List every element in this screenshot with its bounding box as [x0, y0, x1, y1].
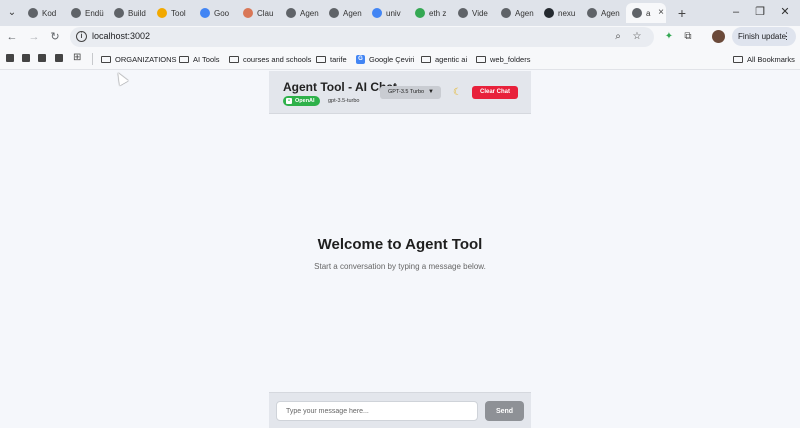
folder-icon: [316, 55, 326, 63]
tab[interactable]: Agen: [323, 3, 365, 23]
back-icon[interactable]: ←: [4, 29, 20, 45]
new-tab-button[interactable]: +: [674, 5, 690, 21]
bookmark-divider: [92, 53, 93, 65]
folder-icon: [179, 55, 189, 63]
tab[interactable]: Vide: [452, 3, 494, 23]
tab-strip: ⌄ Kod Endü Build Tool Goo Clau Agen Agen…: [0, 0, 800, 26]
reload-icon[interactable]: ↻: [47, 29, 63, 45]
globe-icon: [71, 8, 81, 18]
bookmark-app-icon[interactable]: [22, 54, 30, 62]
browser-toolbar: ← → ↻ i localhost:3002 ⌕ ☆ ✦ ⧉ Finish up…: [0, 26, 800, 48]
folder-icon: [733, 55, 743, 63]
tab[interactable]: Endü: [65, 3, 107, 23]
site-info-icon[interactable]: i: [76, 31, 87, 42]
welcome-subtitle: Start a conversation by typing a message…: [314, 262, 486, 271]
tab-search-chevron-icon[interactable]: ⌄: [4, 5, 20, 21]
bookmark-app-icon[interactable]: [6, 54, 14, 62]
build-icon: [114, 8, 124, 18]
moon-icon[interactable]: ☾: [451, 86, 464, 99]
google-icon: [415, 8, 425, 18]
tab[interactable]: Goo: [194, 3, 236, 23]
globe-icon: [587, 8, 597, 18]
profile-avatar[interactable]: [712, 30, 725, 43]
all-bookmarks[interactable]: All Bookmarks: [733, 53, 795, 65]
folder-icon: [229, 55, 239, 63]
puzzle-icon[interactable]: ⧉: [681, 30, 695, 44]
tab[interactable]: Tool: [151, 3, 193, 23]
chevron-down-icon: ▼: [428, 89, 434, 95]
tab[interactable]: eth z: [409, 3, 451, 23]
bookmark-folder[interactable]: web_folders: [476, 53, 530, 65]
zoom-icon[interactable]: ⌕: [611, 30, 625, 44]
google-translate-icon: G: [356, 54, 365, 64]
bookmarks-bar: ⊞ ORGANIZATIONS AI Tools courses and sch…: [0, 48, 800, 70]
bookmark-folder[interactable]: courses and schools: [229, 53, 311, 65]
message-composer: Send: [269, 392, 531, 428]
url-text[interactable]: localhost:3002: [92, 31, 150, 41]
bookmark-folder[interactable]: ORGANIZATIONS: [101, 53, 177, 65]
app-page: Agent Tool - AI Chat • OpenAI gpt-3.5-tu…: [0, 71, 800, 428]
address-bar[interactable]: i localhost:3002 ⌕ ☆: [70, 27, 654, 47]
folder-icon: [101, 55, 111, 63]
welcome-title: Welcome to Agent Tool: [317, 236, 483, 253]
tool-icon: [157, 8, 167, 18]
bookmark-folder[interactable]: agentic ai: [421, 53, 467, 65]
globe-icon: [632, 8, 642, 18]
close-tab-icon[interactable]: ×: [655, 7, 667, 19]
bookmark-link[interactable]: G Google Çeviri: [356, 53, 414, 65]
tab[interactable]: Agen: [495, 3, 537, 23]
model-name: gpt-3.5-turbo: [328, 98, 360, 104]
google-translate-icon: [200, 8, 210, 18]
provider-badge: • OpenAI: [283, 96, 320, 106]
tab[interactable]: Agen: [280, 3, 322, 23]
globe-icon: [28, 8, 38, 18]
tab[interactable]: Build: [108, 3, 150, 23]
claude-icon: [243, 8, 253, 18]
tab[interactable]: Kod: [22, 3, 64, 23]
folder-icon: [421, 55, 431, 63]
apps-grid-icon[interactable]: ⊞: [73, 53, 83, 63]
window-close-icon[interactable]: ✕: [776, 4, 794, 20]
clear-chat-button[interactable]: Clear Chat: [472, 86, 518, 99]
bookmark-star-icon[interactable]: ☆: [630, 30, 644, 44]
tab[interactable]: nexu: [538, 3, 580, 23]
globe-icon: [329, 8, 339, 18]
more-menu-icon[interactable]: ⋮: [782, 27, 791, 46]
globe-icon: [286, 8, 296, 18]
finish-update-button[interactable]: Finish update ⋮: [732, 27, 796, 46]
globe-icon: [501, 8, 511, 18]
message-input[interactable]: [276, 401, 478, 421]
tab[interactable]: Clau: [237, 3, 279, 23]
chat-header: Agent Tool - AI Chat • OpenAI gpt-3.5-tu…: [269, 71, 531, 114]
bookmark-app-icon[interactable]: [55, 54, 63, 62]
google-icon: [372, 8, 382, 18]
extension-icon[interactable]: ✦: [662, 30, 676, 44]
bookmark-folder[interactable]: tarife: [316, 53, 347, 65]
model-select[interactable]: GPT-3.5 Turbo ▼: [380, 86, 441, 99]
video-icon: [458, 8, 468, 18]
tab[interactable]: univ: [366, 3, 408, 23]
robot-icon: •: [286, 98, 292, 104]
forward-icon[interactable]: →: [26, 29, 42, 45]
folder-icon: [476, 55, 486, 63]
tab[interactable]: Agen: [581, 3, 623, 23]
github-icon: [544, 8, 554, 18]
minimize-icon[interactable]: –: [727, 4, 745, 20]
send-button[interactable]: Send: [485, 401, 524, 421]
bookmark-app-icon[interactable]: [38, 54, 46, 62]
bookmark-folder[interactable]: AI Tools: [179, 53, 220, 65]
restore-icon[interactable]: ❐: [751, 4, 769, 20]
